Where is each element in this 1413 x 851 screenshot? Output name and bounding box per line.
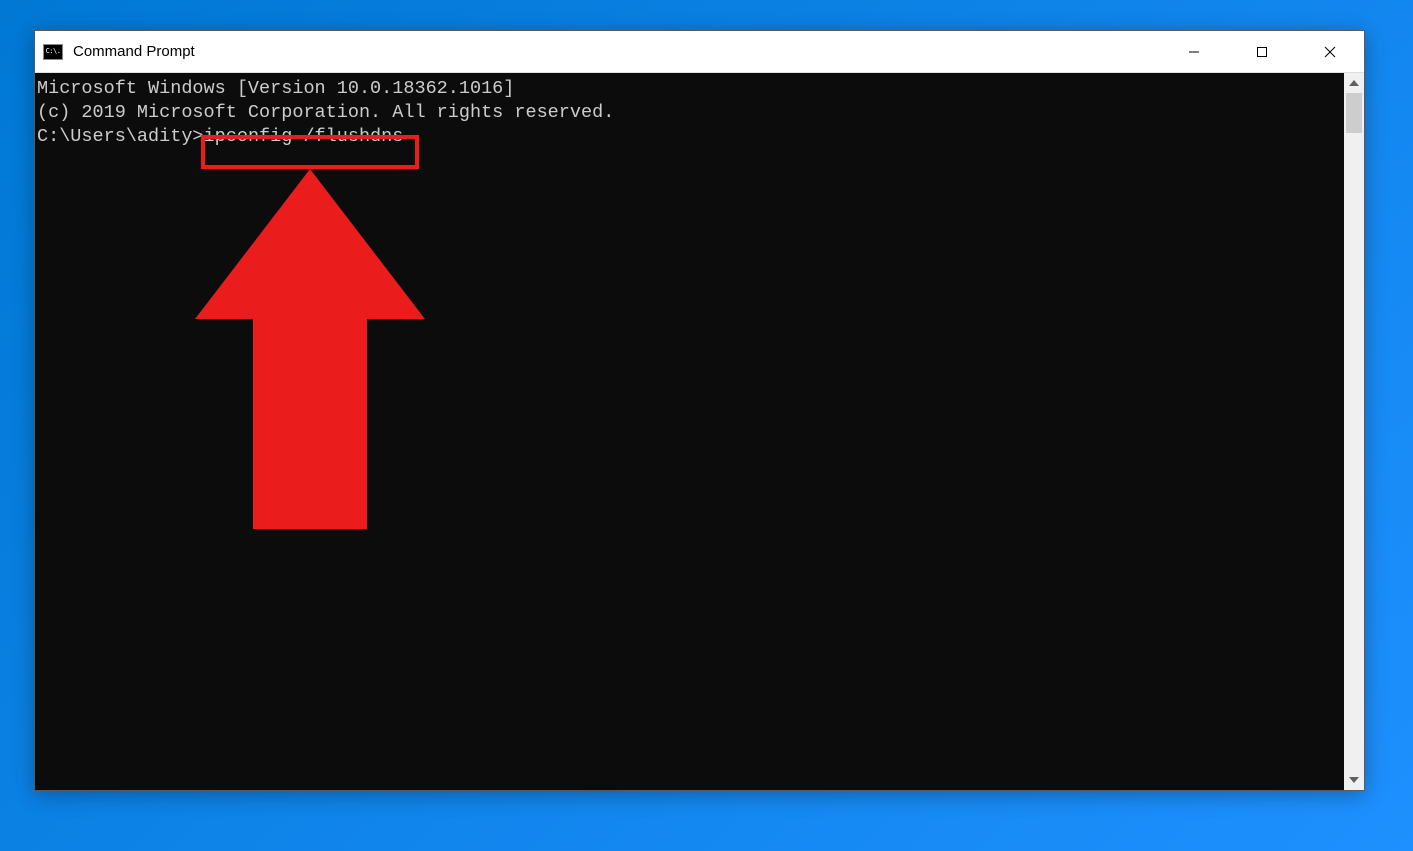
titlebar[interactable]: C:\. Command Prompt (35, 31, 1364, 73)
terminal-output[interactable]: Microsoft Windows [Version 10.0.18362.10… (35, 73, 1344, 790)
chevron-up-icon (1349, 80, 1359, 86)
cmd-icon: C:\. (43, 44, 63, 60)
vertical-scrollbar[interactable] (1344, 73, 1364, 790)
maximize-button[interactable] (1228, 31, 1296, 72)
minimize-button[interactable] (1160, 31, 1228, 72)
terminal-container: Microsoft Windows [Version 10.0.18362.10… (35, 73, 1364, 790)
window-controls (1160, 31, 1364, 72)
close-button[interactable] (1296, 31, 1364, 72)
terminal-line-copyright: (c) 2019 Microsoft Corporation. All righ… (37, 101, 1342, 125)
annotation-arrow-icon (185, 169, 435, 569)
scroll-down-button[interactable] (1344, 770, 1364, 790)
terminal-prompt: C:\Users\adity> (37, 126, 204, 147)
terminal-command: ipconfig /flushdns (204, 126, 404, 147)
chevron-down-icon (1349, 777, 1359, 783)
close-icon (1324, 46, 1336, 58)
command-prompt-window: C:\. Command Prompt Microsoft Windows [V… (34, 30, 1365, 791)
scroll-thumb[interactable] (1346, 93, 1362, 133)
terminal-prompt-line: C:\Users\adity>ipconfig /flushdns (37, 125, 1342, 149)
minimize-icon (1188, 46, 1200, 58)
terminal-line-version: Microsoft Windows [Version 10.0.18362.10… (37, 77, 1342, 101)
scroll-up-button[interactable] (1344, 73, 1364, 93)
maximize-icon (1256, 46, 1268, 58)
window-title: Command Prompt (73, 43, 195, 60)
